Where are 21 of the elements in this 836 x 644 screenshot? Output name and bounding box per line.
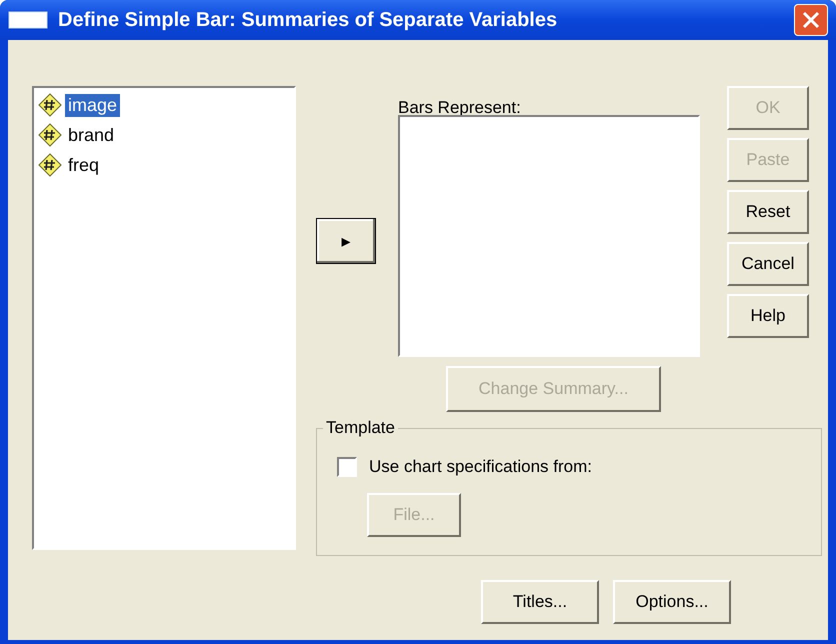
window-icon [8,11,48,29]
dialog-button[interactable]: Help [727,294,809,338]
numeric-variable-icon [38,123,62,147]
variable-item[interactable]: freq [65,154,102,176]
dialog-button[interactable]: Cancel [727,242,809,286]
dialog-button[interactable]: Reset [727,190,809,234]
variable-list[interactable]: image brand freq [32,86,296,550]
dialog-button[interactable]: Options... [613,580,731,624]
checkbox[interactable] [337,457,357,477]
close-icon [801,10,821,30]
variable-item[interactable]: image [65,94,120,116]
numeric-variable-icon [38,93,62,117]
bars-represent-label: Bars Represent: [398,98,522,115]
window-title: Define Simple Bar: Summaries of Separate Variables [58,8,558,32]
checkbox-label: Use chart specifications from: [369,457,592,477]
numeric-variable-icon [38,153,62,177]
variable-item[interactable]: brand [65,124,118,146]
dialog-button[interactable]: Titles... [481,580,599,624]
move-button[interactable]: ▸ [316,218,376,264]
template-title: Template [323,418,398,438]
close-button[interactable] [794,4,828,36]
